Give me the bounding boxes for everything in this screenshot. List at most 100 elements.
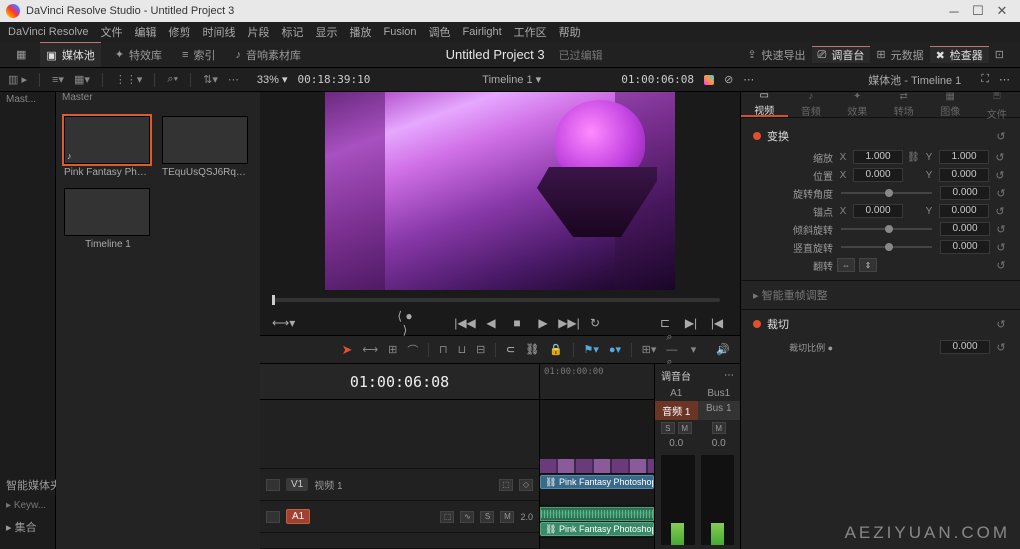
dynamic-trim-icon[interactable]: ⊞ xyxy=(388,343,397,356)
position-x-input[interactable]: 0.000 xyxy=(853,168,903,182)
zoom-reset-icon[interactable]: ↺ xyxy=(993,151,1007,164)
mixer-options-icon[interactable]: ⋯ xyxy=(724,370,734,381)
nav-dots-icon[interactable]: ⟨ ● ⟩ xyxy=(394,309,416,337)
menu-resolve[interactable]: DaVinci Resolve xyxy=(8,26,89,38)
viewer-options-icon[interactable]: ⋯ xyxy=(743,73,754,86)
crop-header[interactable]: 裁切↺ xyxy=(741,309,1020,338)
window-minimize-button[interactable]: ─ xyxy=(942,4,966,19)
yaw-slider[interactable] xyxy=(841,246,932,248)
mixer-bus-mute-button[interactable]: M xyxy=(712,422,726,434)
pitch-input[interactable]: 0.000 xyxy=(940,222,990,236)
mixer-solo-button[interactable]: S xyxy=(661,422,675,434)
anchor-reset-icon[interactable]: ↺ xyxy=(993,205,1007,218)
menu-clip[interactable]: 片段 xyxy=(248,24,270,40)
v1-lock-icon[interactable]: ⬚ xyxy=(499,479,513,491)
rotation-input[interactable]: 0.000 xyxy=(940,186,990,200)
dynamic-zoom-header[interactable]: ▸ 智能重帧调整 xyxy=(741,280,1020,309)
quick-export-button[interactable]: ⇪ 快速导出 xyxy=(741,47,811,63)
yaw-reset-icon[interactable]: ↺ xyxy=(994,241,1008,254)
snapping-icon[interactable]: ⊂ xyxy=(506,343,515,356)
anchor-x-input[interactable]: 0.000 xyxy=(853,204,903,218)
inspector-tab-video[interactable]: ▭视频 xyxy=(741,92,788,117)
timeline-timecode[interactable]: 01:00:06:08 xyxy=(260,364,539,400)
loop-button[interactable]: ↻ xyxy=(584,316,606,330)
thumb-view-icon[interactable]: ▦▾ xyxy=(74,73,90,86)
first-frame-button[interactable]: |◀◀ xyxy=(454,316,476,330)
menu-workspace[interactable]: 工作区 xyxy=(514,24,547,40)
a1-dest-icon[interactable] xyxy=(266,511,280,523)
audio-waveform[interactable] xyxy=(540,507,654,521)
clip-thumb-timeline[interactable]: Timeline 1 xyxy=(64,188,152,250)
meter-bus[interactable] xyxy=(701,455,735,545)
v1-disable-icon[interactable]: ◇ xyxy=(519,479,533,491)
menu-edit[interactable]: 编辑 xyxy=(135,24,157,40)
mixer-mute-button[interactable]: M xyxy=(678,422,692,434)
a1-track[interactable]: ⛓ Pink Fantasy Photoshop Manipulation An… xyxy=(540,506,654,538)
a1-curve-icon[interactable]: ∿ xyxy=(460,511,474,523)
menu-help[interactable]: 帮助 xyxy=(559,24,581,40)
flip-v-button[interactable]: ⇕ xyxy=(859,258,877,272)
v1-track[interactable]: ⛓ Pink Fantasy Photoshop Manipulation An… xyxy=(540,474,654,506)
menu-mark[interactable]: 标记 xyxy=(282,24,304,40)
viewer-timecode[interactable]: 01:00:06:08 xyxy=(621,73,694,86)
inspector-tab-image[interactable]: ▦图像 xyxy=(927,92,974,117)
v1-badge[interactable]: V1 xyxy=(286,478,308,491)
sidebar-toggle-icon[interactable]: ▥ ▸ xyxy=(8,73,27,86)
rotation-slider[interactable] xyxy=(841,192,932,194)
a1-track-header[interactable]: A1 ⬚ ∿ S M 2.0 xyxy=(260,501,539,533)
inspector-options-icon[interactable]: ⋯ xyxy=(999,73,1010,86)
options-icon[interactable]: ⋯ xyxy=(228,73,239,86)
inspector-tab-transition[interactable]: ⇄转场 xyxy=(881,92,928,117)
a1-lock-icon[interactable]: ⬚ xyxy=(440,511,454,523)
collections-label[interactable]: ▸ 集合 xyxy=(6,519,49,537)
zoom-x-input[interactable]: 1.000 xyxy=(853,150,903,164)
rotation-reset-icon[interactable]: ↺ xyxy=(994,187,1008,200)
clip-thumb-fantasy[interactable]: ♪ Pink Fantasy Phot... xyxy=(64,116,152,178)
zoom-y-input[interactable]: 1.000 xyxy=(939,150,989,164)
view-options-icon[interactable]: ⊞▾ xyxy=(642,343,657,356)
scrub-bar[interactable] xyxy=(260,290,740,310)
menu-file[interactable]: 文件 xyxy=(101,24,123,40)
panel-toggle-icon[interactable]: ▦ xyxy=(10,42,32,67)
transform-header[interactable]: 变换↺ xyxy=(753,124,1008,148)
stop-button[interactable]: ■ xyxy=(506,316,528,330)
overwrite-icon[interactable]: ⊔ xyxy=(458,343,467,356)
v1-filmstrip[interactable] xyxy=(540,458,654,474)
go-in-button[interactable]: ▶| xyxy=(680,316,702,330)
a1-solo-button[interactable]: S xyxy=(480,511,494,523)
marker-icon[interactable]: ●▾ xyxy=(609,343,621,356)
inspector-tab-audio[interactable]: ♪音频 xyxy=(788,92,835,117)
master-tab[interactable]: Master xyxy=(62,92,93,103)
menu-trim[interactable]: 修剪 xyxy=(169,24,191,40)
mixer-button[interactable]: ⎚ 调音台 xyxy=(812,46,871,63)
extra-panel-button[interactable]: ⊡ xyxy=(989,48,1010,61)
flag-icon[interactable]: ⚑▾ xyxy=(583,343,598,356)
window-close-button[interactable]: ✕ xyxy=(990,3,1014,19)
bypass-icon[interactable]: ⊘ xyxy=(724,73,733,86)
pitch-slider[interactable] xyxy=(841,228,932,230)
mixer-ch-a1[interactable]: A1 xyxy=(655,386,698,401)
effects-library-button[interactable]: ✦ 特效库 xyxy=(109,42,168,67)
smart-bins-label[interactable]: 智能媒体夹 xyxy=(6,477,49,495)
link-icon[interactable]: ⛓ xyxy=(525,343,539,356)
video-clip[interactable]: ⛓ Pink Fantasy Photoshop Manipulation An… xyxy=(540,475,654,489)
inspector-button[interactable]: ✖ 检查器 xyxy=(930,46,989,63)
zoom-value[interactable]: 33% ▾ xyxy=(257,73,288,86)
position-reset-icon[interactable]: ↺ xyxy=(993,169,1007,182)
v1-track-header[interactable]: V1 视频 1 ⬚ ◇ xyxy=(260,469,539,501)
prev-frame-button[interactable]: ◀ xyxy=(480,316,502,330)
flip-reset-icon[interactable]: ↺ xyxy=(994,259,1008,272)
insert-icon[interactable]: ⊓ xyxy=(439,343,448,356)
timeline-tracks[interactable]: 01:00:00:00 01:00:08:00 01:00:16:00 ⛓ Pi… xyxy=(540,364,654,549)
edit-index-button[interactable]: ≡ 索引 xyxy=(176,42,221,67)
scope-icon[interactable] xyxy=(704,75,714,85)
replace-icon[interactable]: ⊟ xyxy=(476,343,485,356)
audio-clip[interactable]: ⛓ Pink Fantasy Photoshop Manipulation An… xyxy=(540,522,654,536)
meter-a1[interactable] xyxy=(661,455,695,545)
zoom-slider-icon[interactable]: ⌕—⌕ xyxy=(666,331,680,369)
blade-tool-icon[interactable]: ⌒ xyxy=(407,342,418,358)
a1-badge[interactable]: A1 xyxy=(286,509,310,524)
a1-mute-button[interactable]: M xyxy=(500,511,514,523)
play-button[interactable]: ▶ xyxy=(532,316,554,330)
sort-icon[interactable]: ⋮⋮▾ xyxy=(115,73,143,86)
